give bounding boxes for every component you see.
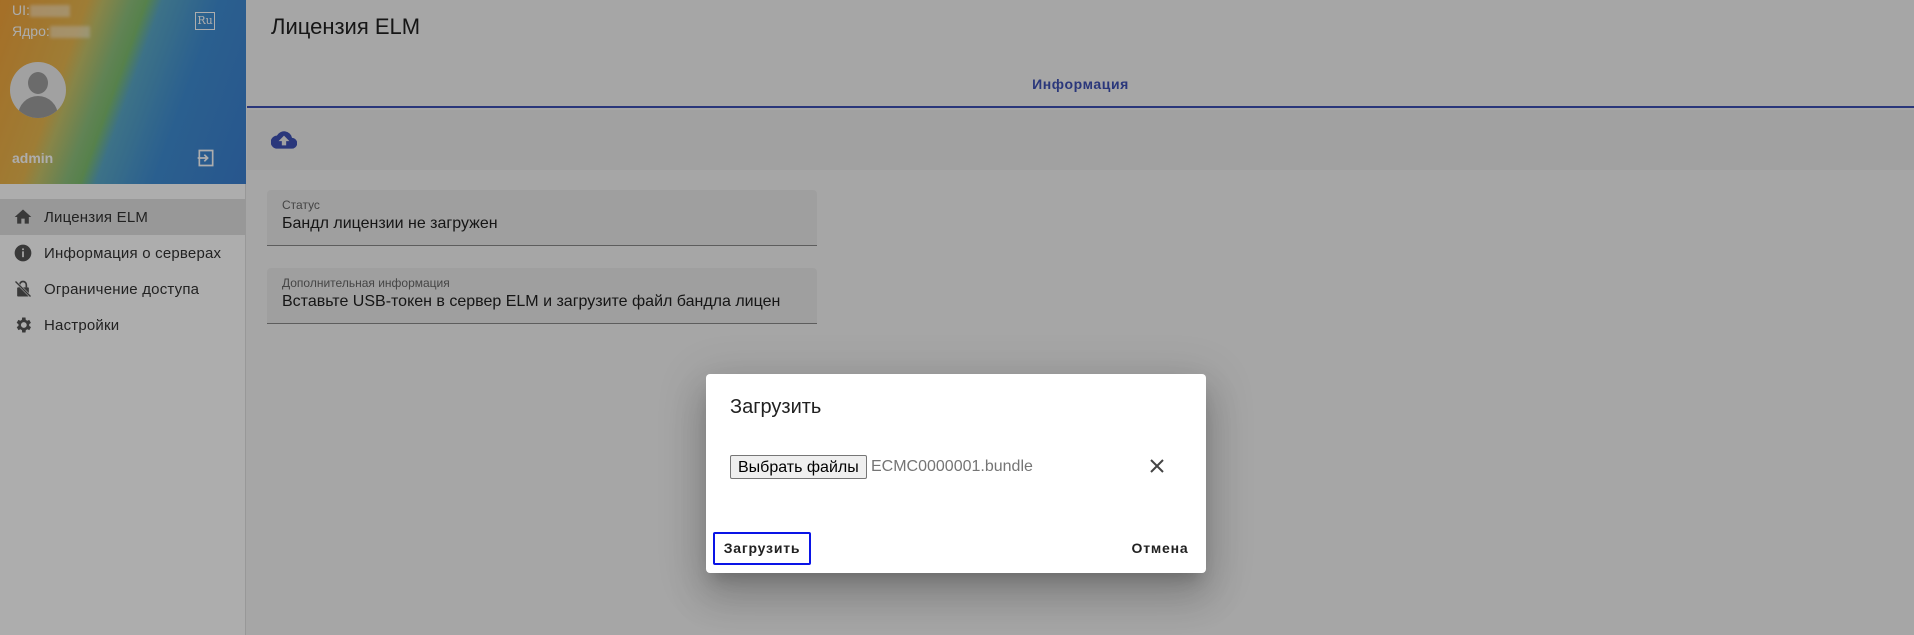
upload-button[interactable]: Загрузить xyxy=(713,532,811,565)
choose-files-button[interactable]: Выбрать файлы xyxy=(730,455,867,479)
cancel-button[interactable]: Отмена xyxy=(1120,532,1200,565)
clear-file-icon[interactable] xyxy=(1148,457,1166,475)
dialog-title: Загрузить xyxy=(730,396,822,418)
upload-dialog: Загрузить Выбрать файлы ECMC0000001.bund… xyxy=(706,374,1206,573)
selected-file-name: ECMC0000001.bundle xyxy=(871,458,1033,475)
